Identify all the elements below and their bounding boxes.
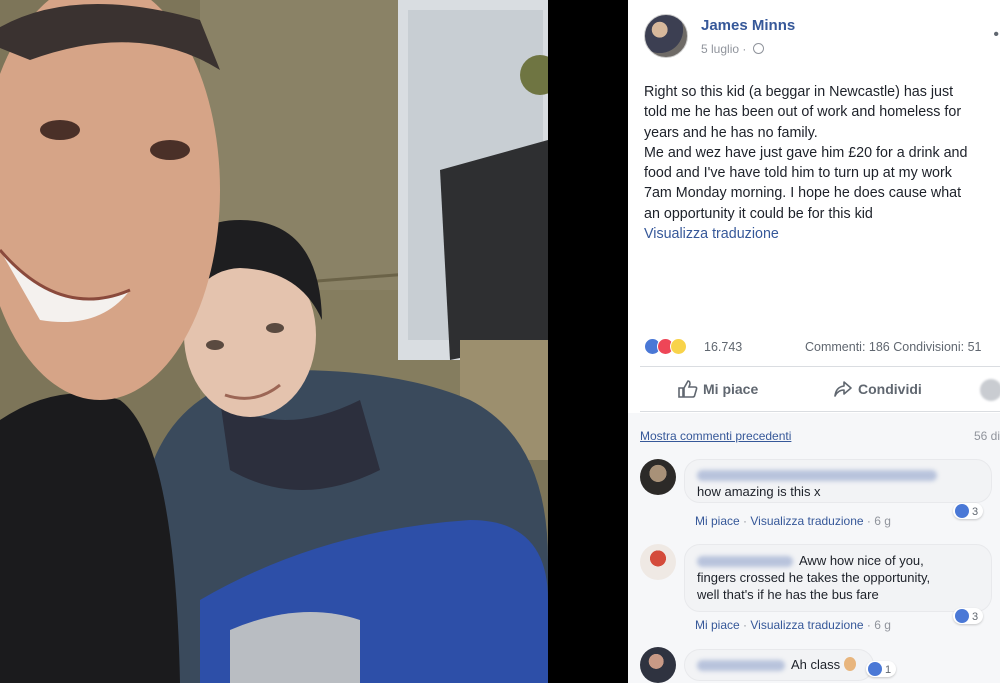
share-label: Condividi xyxy=(858,381,922,397)
thumbs-up-icon xyxy=(678,380,698,398)
post-date-text: 5 luglio · xyxy=(701,42,750,56)
globe-icon xyxy=(752,43,764,54)
photo-gutter xyxy=(548,0,628,683)
post-photo[interactable] xyxy=(0,0,548,683)
comment-text: Ah class xyxy=(791,657,841,672)
comment-bubble: how amazing is this x xyxy=(684,459,992,503)
commenter-avatar[interactable] xyxy=(640,459,676,495)
post-line: Me and wez have just gave him £20 for a … xyxy=(644,144,968,161)
more-options-icon[interactable]: • xyxy=(993,26,1000,44)
comment-item: how amazing is this x 3 Mi piace · Visua… xyxy=(640,459,1000,539)
comment-reactions[interactable]: 1 xyxy=(866,661,897,677)
post-line: years and he has no family. xyxy=(644,124,818,141)
post-actions: Mi piace Condividi xyxy=(640,366,1000,412)
comment-text: Aww how nice of you, xyxy=(799,553,924,568)
share-button[interactable]: Condividi xyxy=(833,380,922,398)
comment-reactions-count: 3 xyxy=(972,611,979,623)
share-icon xyxy=(834,381,852,397)
see-translation-link[interactable]: Visualizza traduzione xyxy=(644,224,1000,244)
commenter-avatar[interactable] xyxy=(640,647,676,683)
comment-reactions-count: 3 xyxy=(972,506,979,518)
comment-time[interactable]: 6 g xyxy=(874,618,891,632)
comment-item: Ah class 1 xyxy=(640,647,1000,683)
author-avatar[interactable] xyxy=(644,14,688,58)
comment-meta: Mi piace · Visualizza traduzione · 6 g xyxy=(695,514,891,528)
viewer-avatar[interactable] xyxy=(980,379,1000,401)
like-button[interactable]: Mi piace xyxy=(678,380,758,398)
comment-text: how amazing is this x xyxy=(697,484,821,499)
photo-illustration xyxy=(0,0,548,683)
comment-bubble: Ah class xyxy=(684,649,874,681)
reaction-icons[interactable] xyxy=(644,338,687,356)
commenter-name-blurred[interactable] xyxy=(697,470,937,482)
commenter-name-blurred[interactable] xyxy=(697,556,793,568)
comment-bubble: Aww how nice of you, fingers crossed he … xyxy=(684,544,992,612)
post-panel: James Minns 5 luglio · • Right so this k… xyxy=(628,0,1000,683)
commenter-name-blurred[interactable] xyxy=(697,660,785,672)
like-reaction-icon xyxy=(955,609,969,623)
post-header: James Minns 5 luglio · • xyxy=(644,14,1000,64)
comments-count: 56 di 1 xyxy=(973,429,1000,443)
post-line: Right so this kid (a beggar in Newcastle… xyxy=(644,84,954,100)
show-previous-comments-link[interactable]: Mostra commenti precedenti xyxy=(640,429,791,443)
ok-hand-emoji-icon xyxy=(843,657,856,671)
post-date[interactable]: 5 luglio · xyxy=(701,42,764,56)
comment-meta: Mi piace · Visualizza traduzione · 6 g xyxy=(695,618,891,632)
wow-reaction-icon xyxy=(670,338,687,355)
comments-shares-count[interactable]: Commenti: 186 Condivisioni: 51 xyxy=(805,340,981,354)
like-reaction-icon xyxy=(868,662,882,676)
comment-translate-link[interactable]: Visualizza traduzione xyxy=(750,514,863,528)
post-line: food and I've have told him to turn up a… xyxy=(644,165,952,182)
comment-translate-link[interactable]: Visualizza traduzione xyxy=(750,618,863,632)
like-reaction-icon xyxy=(955,504,969,518)
comment-time[interactable]: 6 g xyxy=(874,514,891,528)
reactions-count[interactable]: 16.743 xyxy=(704,340,742,354)
comment-text: well that's if he has the bus fare xyxy=(697,587,879,602)
comment-like-link[interactable]: Mi piace xyxy=(695,514,740,528)
commenter-avatar[interactable] xyxy=(640,544,676,580)
comment-text: fingers crossed he takes the opportunity… xyxy=(697,570,931,585)
comment-like-link[interactable]: Mi piace xyxy=(695,618,740,632)
comment-item: Aww how nice of you, fingers crossed he … xyxy=(640,544,1000,642)
author-name[interactable]: James Minns xyxy=(701,17,795,34)
post-body: Right so this kid (a beggar in Newcastle… xyxy=(644,82,1000,244)
post-line: an opportunity it could be for this kid xyxy=(644,205,873,222)
like-label: Mi piace xyxy=(703,381,759,397)
comment-reactions[interactable]: 3 xyxy=(953,608,984,624)
comments-section: Mostra commenti precedenti 56 di 1 how a… xyxy=(628,413,1000,683)
post-line: told me he has been out of work and home… xyxy=(644,104,962,121)
comment-reactions[interactable]: 3 xyxy=(953,503,984,519)
comment-reactions-count: 1 xyxy=(885,664,892,676)
post-stats: 16.743 Commenti: 186 Condivisioni: 51 xyxy=(644,336,1000,358)
post-line: 7am Monday morning. I hope he does cause… xyxy=(644,185,962,202)
